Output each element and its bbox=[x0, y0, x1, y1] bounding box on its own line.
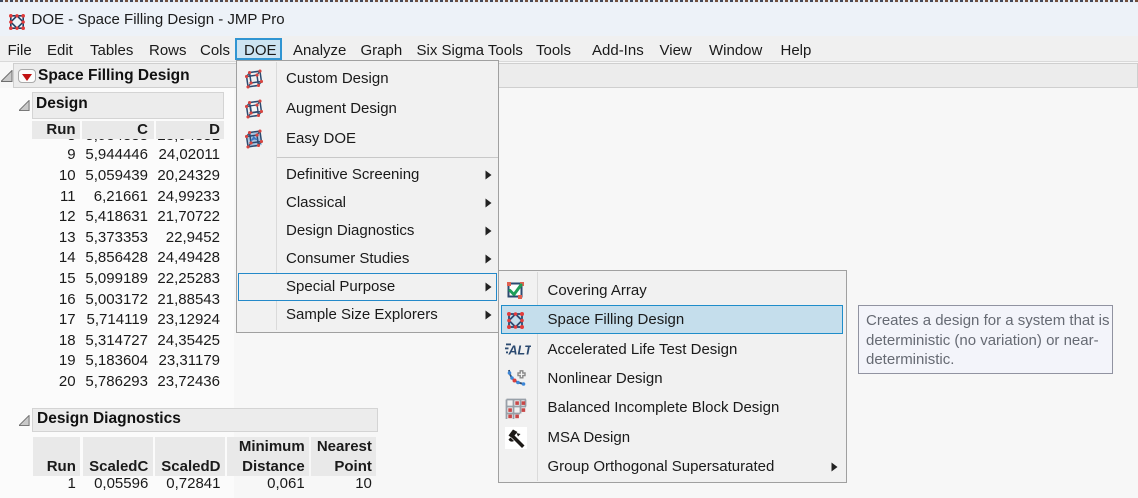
svg-text:ALT: ALT bbox=[508, 344, 532, 358]
